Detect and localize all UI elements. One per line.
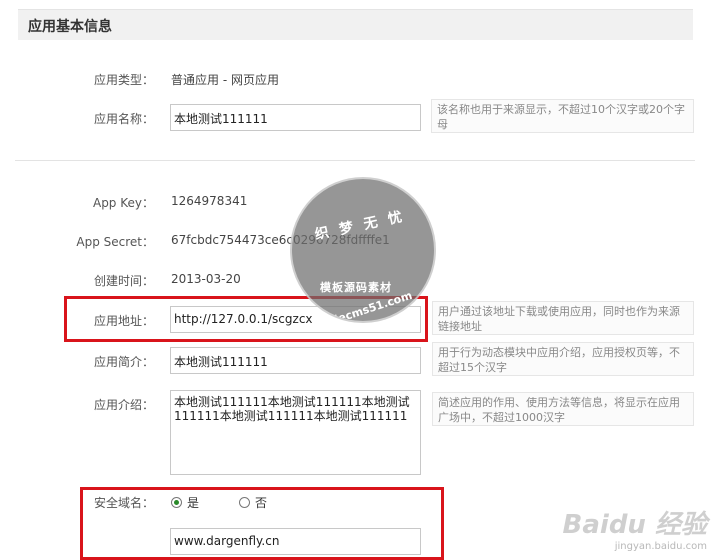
created-value: 2013-03-20	[171, 272, 241, 286]
app-key-label: App Key：	[92, 196, 154, 210]
app-intro-textarea[interactable]: 本地测试111111本地测试111111本地测试111111本地测试111111…	[170, 390, 421, 475]
baidu-logo-text: Baidu 经验	[562, 510, 707, 540]
app-url-hint: 用户通过该地址下载或使用应用，同时也作为来源链接地址	[432, 301, 694, 335]
app-key-value: 1264978341	[171, 194, 248, 208]
app-name-label: 应用名称：	[93, 112, 154, 126]
app-intro-hint: 简述应用的作用、使用方法等信息，将显示在应用广场中，不超过1000汉字	[432, 392, 694, 426]
app-secret-label: App Secret：	[76, 235, 154, 249]
app-name-hint: 该名称也用于来源显示，不超过10个汉字或20个字母	[431, 99, 694, 133]
highlight-box-secure-domain	[80, 487, 444, 560]
app-brief-hint: 用于行为动态模块中应用介绍，应用授权页等，不超过15个汉字	[432, 342, 694, 376]
baidu-url-text: jingyan.baidu.com	[614, 541, 707, 552]
stamp-top-text: 织 梦 无 忧	[313, 208, 407, 244]
baidu-watermark: Baidu 经验 jingyan.baidu.com	[563, 504, 707, 552]
app-brief-label: 应用简介：	[93, 355, 154, 369]
app-brief-input[interactable]: 本地测试111111	[170, 347, 421, 374]
app-name-input[interactable]: 本地测试111111	[170, 104, 421, 131]
divider	[15, 160, 695, 161]
section-header: 应用基本信息	[18, 9, 693, 40]
watermark-stamp: 织 梦 无 忧 模板源码素材 dedecms51.com	[290, 177, 436, 323]
section-title: 应用基本信息	[28, 19, 112, 35]
app-type-value: 普通应用 - 网页应用	[171, 73, 279, 87]
app-intro-label: 应用介绍：	[93, 398, 154, 412]
app-type-label: 应用类型：	[93, 73, 154, 87]
created-label: 创建时间：	[93, 274, 154, 288]
stamp-middle-text: 模板源码素材	[320, 281, 392, 294]
